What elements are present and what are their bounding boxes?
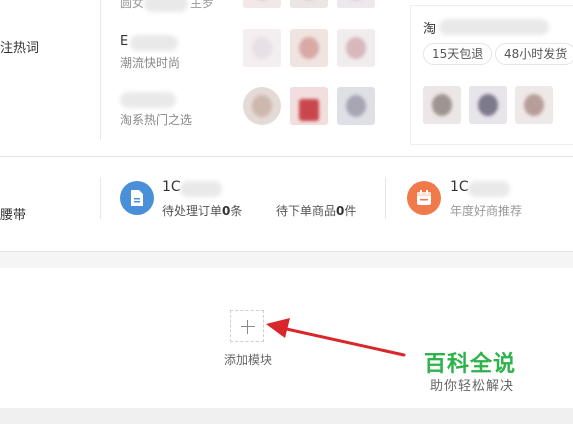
watermark-title: 百科全说	[424, 352, 517, 377]
bottom-strip	[0, 408, 573, 424]
watermark-subtitle: 助你轻松解决	[430, 379, 515, 394]
